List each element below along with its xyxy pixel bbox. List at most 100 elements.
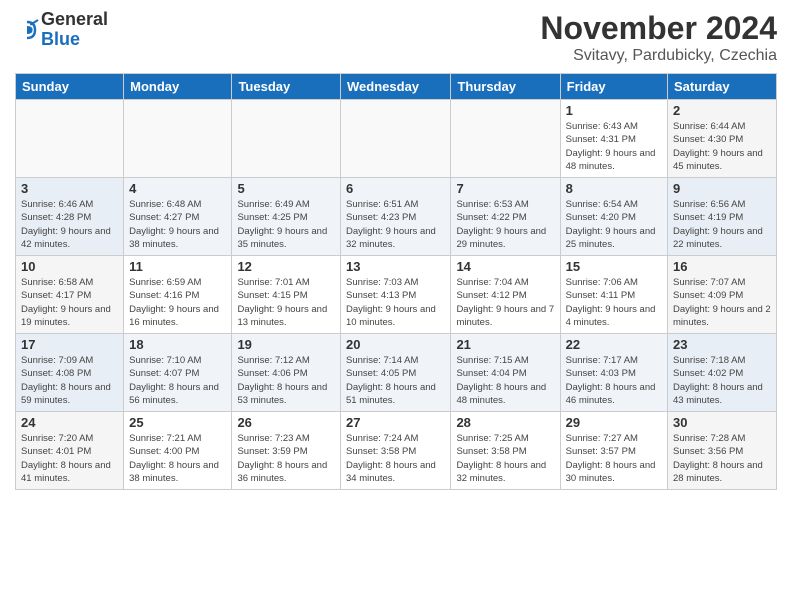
day-number: 11 <box>129 259 226 274</box>
calendar-cell: 23Sunrise: 7:18 AM Sunset: 4:02 PM Dayli… <box>668 334 777 412</box>
calendar-cell <box>16 100 124 178</box>
calendar-cell: 5 Sunrise: 6:49 AM Sunset: 4:25 PM Daylig… <box>232 178 341 256</box>
calendar-cell: 3 Sunrise: 6:46 AM Sunset: 4:28 PM Daylig… <box>16 178 124 256</box>
calendar-cell: 17 Sunrise: 7:09 AM Sunset: 4:08 PM Dayli… <box>16 334 124 412</box>
day-info: Sunrise: 7:20 AM Sunset: 4:01 PM Dayligh… <box>21 432 118 485</box>
day-number: 5 <box>237 181 335 196</box>
day-info: Sunrise: 7:06 AM Sunset: 4:11 PM Dayligh… <box>566 276 662 329</box>
calendar-week-row: 1 Sunrise: 6:43 AM Sunset: 4:31 PM Daylig… <box>16 100 777 178</box>
day-number: 10 <box>21 259 118 274</box>
calendar-cell: 13 Sunrise: 7:03 AM Sunset: 4:13 PM Dayli… <box>341 256 451 334</box>
day-number: 16 <box>673 259 771 274</box>
calendar-cell: 10 Sunrise: 6:58 AM Sunset: 4:17 PM Dayli… <box>16 256 124 334</box>
calendar-cell: 4 Sunrise: 6:48 AM Sunset: 4:27 PM Daylig… <box>124 178 232 256</box>
day-info: Sunrise: 6:54 AM Sunset: 4:20 PM Dayligh… <box>566 198 662 251</box>
calendar-cell: 11Sunrise: 6:59 AM Sunset: 4:16 PM Dayli… <box>124 256 232 334</box>
weekday-header-tuesday: Tuesday <box>232 74 341 100</box>
day-info: Sunrise: 7:04 AM Sunset: 4:12 PM Dayligh… <box>456 276 554 329</box>
logo-icon <box>15 18 39 42</box>
day-info: Sunrise: 6:56 AM Sunset: 4:19 PM Dayligh… <box>673 198 771 251</box>
calendar-cell: 20 Sunrise: 7:14 AM Sunset: 4:05 PM Dayli… <box>341 334 451 412</box>
header: General Blue November 2024 Svitavy, Pard… <box>15 10 777 65</box>
calendar-cell <box>341 100 451 178</box>
calendar-cell: 22 Sunrise: 7:17 AM Sunset: 4:03 PM Dayli… <box>560 334 667 412</box>
day-number: 28 <box>456 415 554 430</box>
calendar-cell: 25Sunrise: 7:21 AM Sunset: 4:00 PM Dayli… <box>124 412 232 490</box>
page-container: General Blue November 2024 Svitavy, Pard… <box>0 0 792 495</box>
calendar-week-row: 10 Sunrise: 6:58 AM Sunset: 4:17 PM Dayli… <box>16 256 777 334</box>
day-number: 22 <box>566 337 662 352</box>
calendar-cell: 2Sunrise: 6:44 AM Sunset: 4:30 PM Daylig… <box>668 100 777 178</box>
calendar-cell: 1 Sunrise: 6:43 AM Sunset: 4:31 PM Daylig… <box>560 100 667 178</box>
day-number: 20 <box>346 337 445 352</box>
day-info: Sunrise: 7:27 AM Sunset: 3:57 PM Dayligh… <box>566 432 662 485</box>
day-info: Sunrise: 6:43 AM Sunset: 4:31 PM Dayligh… <box>566 120 662 173</box>
day-number: 15 <box>566 259 662 274</box>
calendar-cell: 18 Sunrise: 7:10 AM Sunset: 4:07 PM Dayli… <box>124 334 232 412</box>
weekday-header-wednesday: Wednesday <box>341 74 451 100</box>
calendar-cell: 8Sunrise: 6:54 AM Sunset: 4:20 PM Daylig… <box>560 178 667 256</box>
day-number: 3 <box>21 181 118 196</box>
day-number: 12 <box>237 259 335 274</box>
day-info: Sunrise: 7:07 AM Sunset: 4:09 PM Dayligh… <box>673 276 771 329</box>
day-number: 13 <box>346 259 445 274</box>
day-number: 18 <box>129 337 226 352</box>
day-number: 19 <box>237 337 335 352</box>
calendar-cell <box>232 100 341 178</box>
calendar-cell: 29 Sunrise: 7:27 AM Sunset: 3:57 PM Dayli… <box>560 412 667 490</box>
calendar-cell: 14 Sunrise: 7:04 AM Sunset: 4:12 PM Dayli… <box>451 256 560 334</box>
day-number: 9 <box>673 181 771 196</box>
day-info: Sunrise: 6:49 AM Sunset: 4:25 PM Dayligh… <box>237 198 335 251</box>
day-info: Sunrise: 6:48 AM Sunset: 4:27 PM Dayligh… <box>129 198 226 251</box>
calendar-cell: 15 Sunrise: 7:06 AM Sunset: 4:11 PM Dayli… <box>560 256 667 334</box>
day-number: 17 <box>21 337 118 352</box>
day-info: Sunrise: 6:44 AM Sunset: 4:30 PM Dayligh… <box>673 120 771 173</box>
day-number: 6 <box>346 181 445 196</box>
location-subtitle: Svitavy, Pardubicky, Czechia <box>540 47 777 65</box>
logo-line1: General <box>41 10 108 30</box>
day-info: Sunrise: 7:01 AM Sunset: 4:15 PM Dayligh… <box>237 276 335 329</box>
day-info: Sunrise: 7:09 AM Sunset: 4:08 PM Dayligh… <box>21 354 118 407</box>
day-number: 4 <box>129 181 226 196</box>
calendar-week-row: 17 Sunrise: 7:09 AM Sunset: 4:08 PM Dayli… <box>16 334 777 412</box>
logo: General Blue <box>15 10 108 50</box>
day-number: 26 <box>237 415 335 430</box>
calendar-cell: 26 Sunrise: 7:23 AM Sunset: 3:59 PM Dayli… <box>232 412 341 490</box>
calendar-week-row: 24 Sunrise: 7:20 AM Sunset: 4:01 PM Dayli… <box>16 412 777 490</box>
day-info: Sunrise: 7:25 AM Sunset: 3:58 PM Dayligh… <box>456 432 554 485</box>
weekday-header-thursday: Thursday <box>451 74 560 100</box>
calendar-cell: 16 Sunrise: 7:07 AM Sunset: 4:09 PM Dayli… <box>668 256 777 334</box>
calendar-cell: 19 Sunrise: 7:12 AM Sunset: 4:06 PM Dayli… <box>232 334 341 412</box>
calendar-cell: 28 Sunrise: 7:25 AM Sunset: 3:58 PM Dayli… <box>451 412 560 490</box>
calendar-cell: 27Sunrise: 7:24 AM Sunset: 3:58 PM Dayli… <box>341 412 451 490</box>
day-number: 23 <box>673 337 771 352</box>
weekday-header-row: SundayMondayTuesdayWednesdayThursdayFrid… <box>16 74 777 100</box>
logo-line2: Blue <box>41 30 108 50</box>
calendar-week-row: 3 Sunrise: 6:46 AM Sunset: 4:28 PM Daylig… <box>16 178 777 256</box>
day-info: Sunrise: 7:14 AM Sunset: 4:05 PM Dayligh… <box>346 354 445 407</box>
day-number: 24 <box>21 415 118 430</box>
calendar-cell: 9 Sunrise: 6:56 AM Sunset: 4:19 PM Daylig… <box>668 178 777 256</box>
day-number: 14 <box>456 259 554 274</box>
day-info: Sunrise: 7:17 AM Sunset: 4:03 PM Dayligh… <box>566 354 662 407</box>
day-info: Sunrise: 6:58 AM Sunset: 4:17 PM Dayligh… <box>21 276 118 329</box>
day-info: Sunrise: 7:03 AM Sunset: 4:13 PM Dayligh… <box>346 276 445 329</box>
calendar-cell: 24 Sunrise: 7:20 AM Sunset: 4:01 PM Dayli… <box>16 412 124 490</box>
logo-text: General Blue <box>41 10 108 50</box>
day-info: Sunrise: 6:46 AM Sunset: 4:28 PM Dayligh… <box>21 198 118 251</box>
day-info: Sunrise: 7:23 AM Sunset: 3:59 PM Dayligh… <box>237 432 335 485</box>
day-info: Sunrise: 7:28 AM Sunset: 3:56 PM Dayligh… <box>673 432 771 485</box>
calendar-cell: 6Sunrise: 6:51 AM Sunset: 4:23 PM Daylig… <box>341 178 451 256</box>
day-number: 7 <box>456 181 554 196</box>
day-number: 29 <box>566 415 662 430</box>
day-info: Sunrise: 7:24 AM Sunset: 3:58 PM Dayligh… <box>346 432 445 485</box>
day-info: Sunrise: 7:10 AM Sunset: 4:07 PM Dayligh… <box>129 354 226 407</box>
calendar-cell: 21Sunrise: 7:15 AM Sunset: 4:04 PM Dayli… <box>451 334 560 412</box>
day-info: Sunrise: 7:12 AM Sunset: 4:06 PM Dayligh… <box>237 354 335 407</box>
weekday-header-monday: Monday <box>124 74 232 100</box>
calendar-cell: 30 Sunrise: 7:28 AM Sunset: 3:56 PM Dayli… <box>668 412 777 490</box>
month-title: November 2024 <box>540 10 777 47</box>
calendar-cell: 12 Sunrise: 7:01 AM Sunset: 4:15 PM Dayli… <box>232 256 341 334</box>
day-number: 30 <box>673 415 771 430</box>
day-number: 1 <box>566 103 662 118</box>
